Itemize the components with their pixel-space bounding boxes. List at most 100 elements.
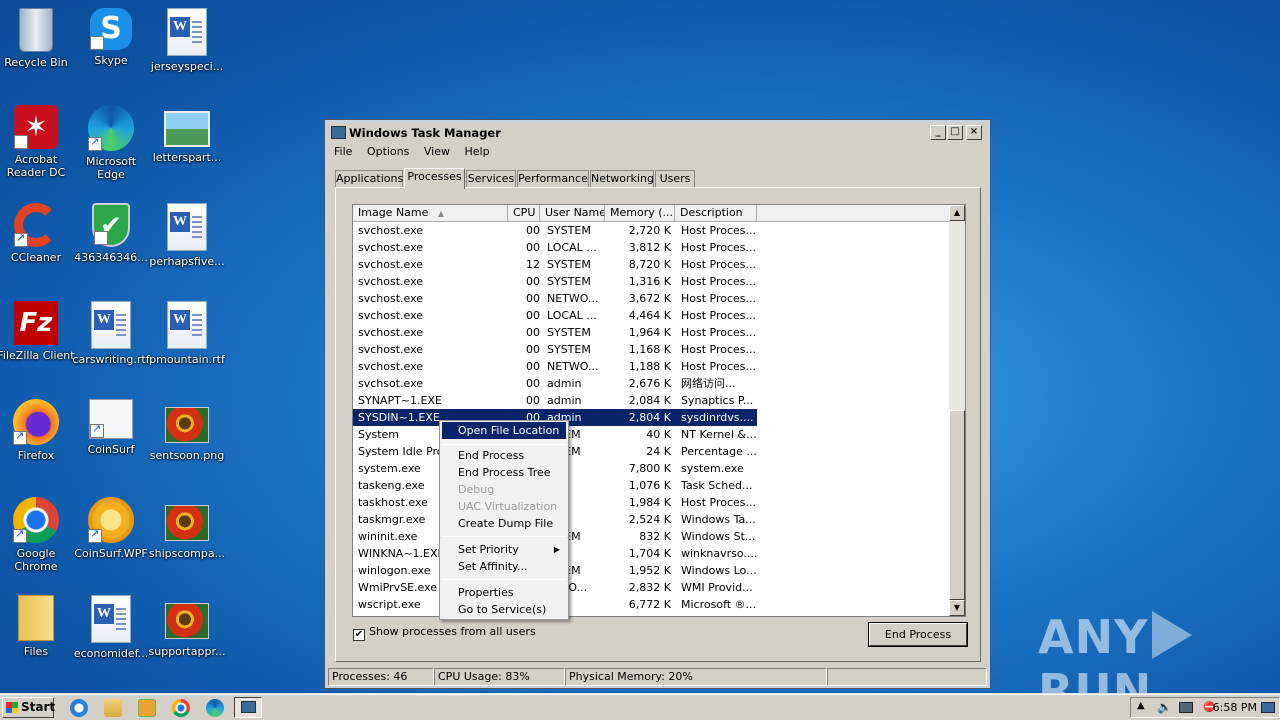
cell-memory: 1,984 K xyxy=(628,496,671,509)
explorer-icon[interactable] xyxy=(104,699,122,717)
column-header-memory[interactable]: Memory (... xyxy=(605,205,675,222)
desktop-icon-label: economidef... xyxy=(73,647,149,660)
tab-processes[interactable]: Processes xyxy=(404,168,465,189)
desktop-icon-coinsurf[interactable]: CoinSurf xyxy=(71,399,151,456)
show-hidden-icons-icon[interactable]: ▲ xyxy=(1137,700,1145,711)
scroll-thumb[interactable] xyxy=(949,410,965,600)
menu-item-end-process[interactable]: End Process xyxy=(442,447,566,464)
status-empty xyxy=(827,668,987,686)
desktop-icon-jerseyspeci[interactable]: jerseyspeci... xyxy=(147,8,227,73)
table-row[interactable]: svchost.exe 00 LOCAL ... 4,464 K Host Proces… xyxy=(353,307,950,324)
menu-options[interactable]: Options xyxy=(366,144,415,160)
column-header-cpu[interactable]: CPU xyxy=(508,205,540,222)
cell-cpu: 00 xyxy=(526,224,540,237)
menu-item-go-to-services[interactable]: Go to Service(s) xyxy=(442,601,566,618)
cell-cpu: 00 xyxy=(526,360,540,373)
table-row[interactable]: svchost.exe 00 LOCAL ... 3,812 K Host Proces… xyxy=(353,239,950,256)
cell-description: system.exe xyxy=(681,462,744,475)
clock[interactable]: 6:58 PM xyxy=(1213,701,1257,714)
desktop-icon-economidef[interactable]: economidef... xyxy=(71,595,151,660)
vertical-scrollbar[interactable]: ▲ ▼ xyxy=(949,205,965,616)
desktop-icon-acrobat[interactable]: ✶ Acrobat Reader DC xyxy=(0,105,76,179)
desktop-icon-coinsurf-wpf[interactable]: CoinSurf.WPF xyxy=(71,497,151,560)
menu-view[interactable]: View xyxy=(423,144,456,160)
list-header: Image Name ▲ CPU User Name Memory (... D… xyxy=(353,205,950,222)
table-row[interactable]: svchost.exe 00 SYSTEM 1,964 K Host Proces... xyxy=(353,324,950,341)
menu-item-properties[interactable]: Properties xyxy=(442,584,566,601)
cell-description: Synaptics P... xyxy=(681,394,754,407)
ie-icon[interactable] xyxy=(70,699,88,717)
edge-icon xyxy=(88,105,134,151)
desktop-icon-shipscompa[interactable]: shipscompa... xyxy=(147,497,227,560)
desktop-icon-sentsoon[interactable]: sentsoon.png xyxy=(147,399,227,462)
table-row[interactable]: svchost.exe 00 NETWO... 3,672 K Host Proces.… xyxy=(353,290,950,307)
start-button[interactable]: Start xyxy=(2,697,55,718)
table-row[interactable]: SYNAPT~1.EXE 00 admin 2,084 K Synaptics P... xyxy=(353,392,950,409)
taskbar: Start ▲ 🔈 ⛔ 6:58 PM xyxy=(0,694,1280,720)
chrome-icon[interactable] xyxy=(172,699,190,717)
menu-item-end-process-tree[interactable]: End Process Tree xyxy=(442,464,566,481)
menu-item-set-affinity[interactable]: Set Affinity... xyxy=(442,558,566,575)
desktop-icon-edge[interactable]: Microsoft Edge xyxy=(71,105,151,181)
tab-services[interactable]: Services xyxy=(466,170,516,188)
desktop-icon-letterspart[interactable]: letterspart... xyxy=(147,105,227,164)
media-player-icon[interactable] xyxy=(138,699,156,717)
end-process-button[interactable]: End Process xyxy=(869,623,967,646)
desktop-icon-pmountain[interactable]: pmountain.rtf xyxy=(147,301,227,366)
tab-networking[interactable]: Networking xyxy=(590,170,654,188)
desktop-icon-perhapsfive[interactable]: perhapsfive... xyxy=(147,203,227,268)
cell-user-name: NETWO... xyxy=(547,292,599,305)
table-row[interactable]: svchost.exe 00 SYSTEM 1,168 K Host Proces... xyxy=(353,341,950,358)
checkbox-checked-icon[interactable]: ✔ xyxy=(353,629,365,641)
desktop-icon-ccleaner[interactable]: CCleaner xyxy=(0,203,76,264)
menu-item-create-dump-file[interactable]: Create Dump File xyxy=(442,515,566,532)
desktop-icon-label: 436346346... xyxy=(74,251,148,264)
show-all-processes-checkbox[interactable]: ✔ Show processes from all users xyxy=(353,625,536,641)
desktop-icon-skype[interactable]: S Skype xyxy=(71,8,151,76)
minimize-button[interactable]: _ xyxy=(930,125,946,140)
desktop-icon-chrome[interactable]: Google Chrome xyxy=(0,497,76,573)
desktop-icon-firefox[interactable]: Firefox xyxy=(0,399,76,462)
task-manager-icon xyxy=(241,701,256,713)
cell-description: 网络访问... xyxy=(681,377,736,390)
show-desktop-icon[interactable] xyxy=(1261,702,1275,713)
filezilla-icon: Fz xyxy=(14,301,58,345)
desktop-icon-carswriting[interactable]: carswriting.rtf xyxy=(71,301,151,366)
desktop-icon-label: carswriting.rtf xyxy=(72,353,150,366)
tab-performance[interactable]: Performance xyxy=(517,170,589,188)
cell-description: sysdinrdvs.... xyxy=(681,411,754,424)
desktop-icon-filezilla[interactable]: Fz FileZilla Client xyxy=(0,301,76,362)
scroll-down-icon[interactable]: ▼ xyxy=(949,600,965,616)
title-bar[interactable]: Windows Task Manager _ □ × xyxy=(329,123,986,143)
cell-description: Host Proces... xyxy=(681,343,757,356)
scroll-up-icon[interactable]: ▲ xyxy=(949,205,965,221)
menu-item-open-file-location[interactable]: Open File Location xyxy=(442,422,566,439)
menu-file[interactable]: File xyxy=(333,144,358,160)
table-row[interactable]: svchost.exe 00 SYSTEM 2,720 K Host Proces... xyxy=(353,222,950,239)
desktop-icon-436346346[interactable]: ✔ 436346346... xyxy=(71,203,151,271)
tab-users[interactable]: Users xyxy=(655,170,695,188)
volume-icon[interactable]: 🔈 xyxy=(1157,700,1172,714)
maximize-button[interactable]: □ xyxy=(947,125,963,140)
edge-icon[interactable] xyxy=(206,699,224,717)
tab-applications[interactable]: Applications xyxy=(335,170,403,188)
cell-description: WMI Provid... xyxy=(681,581,753,594)
menu-item-set-priority[interactable]: Set Priority ▶ xyxy=(442,541,566,558)
table-row[interactable]: svchost.exe 12 SYSTEM 8,720 K Host Proces... xyxy=(353,256,950,273)
table-row[interactable]: svchost.exe 00 SYSTEM 1,316 K Host Proces... xyxy=(353,273,950,290)
column-header-user-name[interactable]: User Name xyxy=(540,205,605,222)
column-header-image-name[interactable]: Image Name ▲ xyxy=(353,205,508,222)
network-icon[interactable] xyxy=(1179,702,1193,713)
desktop-icon-recycle-bin[interactable]: Recycle Bin xyxy=(0,8,76,69)
image-file-icon xyxy=(165,407,209,443)
ccleaner-icon xyxy=(14,203,58,247)
desktop-icon-files[interactable]: Files xyxy=(0,595,76,658)
close-button[interactable]: × xyxy=(966,125,982,140)
table-row[interactable]: svchost.exe 00 NETWO... 1,188 K Host Proces.… xyxy=(353,358,950,375)
table-row[interactable]: svchsot.exe 00 admin 2,676 K 网络访问... xyxy=(353,375,950,392)
cell-memory: 1,076 K xyxy=(628,479,671,492)
menu-help[interactable]: Help xyxy=(463,144,495,160)
column-header-description[interactable]: Description xyxy=(675,205,757,222)
desktop-icon-supportappr[interactable]: supportappr... xyxy=(147,595,227,658)
taskbar-task-manager-button[interactable] xyxy=(234,697,262,718)
